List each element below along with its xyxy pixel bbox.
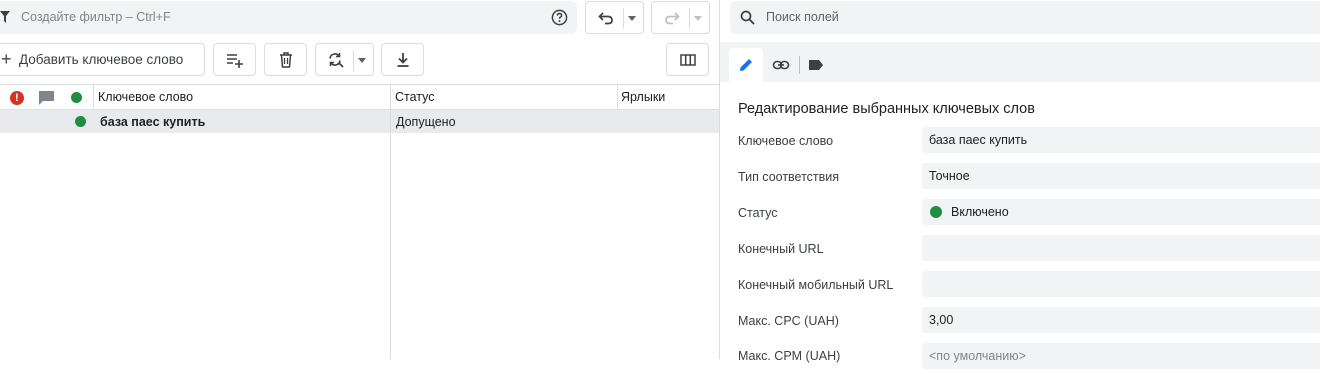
search-icon xyxy=(740,10,755,25)
trash-icon xyxy=(280,52,292,68)
replace-split-button[interactable] xyxy=(315,43,374,76)
field-label-final-url: Конечный URL xyxy=(738,242,824,256)
filter-placeholder: Создайте фильтр – Ctrl+F xyxy=(21,10,171,24)
tab-labels[interactable] xyxy=(799,48,833,82)
tab-links[interactable] xyxy=(764,48,798,82)
panel-title: Редактирование выбранных ключевых слов xyxy=(738,101,1035,117)
undo-icon[interactable] xyxy=(598,11,614,25)
keyword-field[interactable]: база паес купить xyxy=(922,127,1320,153)
max-cpc-field[interactable]: 3,00 xyxy=(922,307,1320,333)
final-url-field[interactable] xyxy=(922,235,1320,261)
field-label-max-cpm: Макс. CPM (UAH) xyxy=(738,349,841,363)
pencil-icon xyxy=(740,59,752,71)
comment-column-icon[interactable] xyxy=(38,90,55,106)
match-type-field[interactable]: Точное xyxy=(922,163,1320,189)
keywords-grid-pane: Создайте фильтр – Ctrl+F + Добавить ключ… xyxy=(0,0,719,359)
status-column-icon[interactable] xyxy=(71,92,82,103)
enabled-status-icon xyxy=(930,206,942,218)
replace-dropdown-icon[interactable] xyxy=(358,58,366,63)
keyword-field-value: база паес купить xyxy=(929,133,1028,147)
filter-icon xyxy=(0,11,10,23)
final-mobile-url-field[interactable] xyxy=(922,271,1320,297)
header-labels[interactable]: Ярлыки xyxy=(621,90,665,104)
columns-button[interactable] xyxy=(666,43,709,76)
find-replace-icon[interactable] xyxy=(327,51,345,69)
table-row[interactable]: база паес купить Допущено xyxy=(0,110,719,133)
field-label-status: Статус xyxy=(738,206,778,220)
grid-header: ! Ключевое слово Статус Ярлыки xyxy=(0,84,719,111)
enabled-status-icon xyxy=(75,116,86,127)
max-cpm-value: <по умолчанию> xyxy=(929,349,1026,363)
download-icon xyxy=(397,53,409,67)
status-field[interactable]: Включено xyxy=(922,199,1320,225)
field-search-placeholder: Поиск полей xyxy=(766,10,839,24)
field-label-match-type: Тип соответствия xyxy=(738,170,840,184)
download-button[interactable] xyxy=(381,43,424,76)
match-type-value: Точное xyxy=(929,169,970,183)
max-cpc-value: 3,00 xyxy=(929,313,954,327)
undo-split-button[interactable] xyxy=(585,1,644,34)
link-icon xyxy=(772,60,790,70)
redo-split-button[interactable] xyxy=(651,1,710,34)
row-status: Допущено xyxy=(396,115,456,129)
label-icon xyxy=(809,60,823,70)
view-columns-icon xyxy=(680,54,696,66)
status-value: Включено xyxy=(951,205,1009,219)
header-status[interactable]: Статус xyxy=(395,90,435,104)
plus-icon: + xyxy=(1,49,12,69)
filter-bar[interactable]: Создайте фильтр – Ctrl+F xyxy=(0,1,577,34)
add-keyword-button[interactable]: + Добавить ключевое слово xyxy=(0,43,205,76)
help-icon[interactable] xyxy=(551,9,568,26)
header-keyword[interactable]: Ключевое слово xyxy=(98,90,193,104)
field-label-keyword: Ключевое слово xyxy=(738,134,834,148)
redo-icon[interactable] xyxy=(664,11,680,25)
delete-button[interactable] xyxy=(264,43,307,76)
undo-dropdown-icon[interactable] xyxy=(628,16,636,21)
redo-dropdown-icon[interactable] xyxy=(694,16,702,21)
edit-panel: Поиск полей Редактирование выбранных клю… xyxy=(720,0,1320,369)
row-keyword[interactable]: база паес купить xyxy=(100,115,205,129)
tab-edit[interactable] xyxy=(729,48,763,82)
panel-tabs xyxy=(720,42,1320,82)
exclamation-icon: ! xyxy=(15,92,19,104)
field-label-final-mobile-url: Конечный мобильный URL xyxy=(738,278,894,292)
playlist-add-icon xyxy=(227,54,243,68)
field-label-max-cpc: Макс. CPC (UAH) xyxy=(738,314,839,328)
add-keyword-label: Добавить ключевое слово xyxy=(19,52,184,67)
field-search-input[interactable]: Поиск полей xyxy=(730,1,1320,34)
bulk-add-button[interactable] xyxy=(213,43,256,76)
max-cpm-field[interactable]: <по умолчанию> xyxy=(922,343,1320,369)
